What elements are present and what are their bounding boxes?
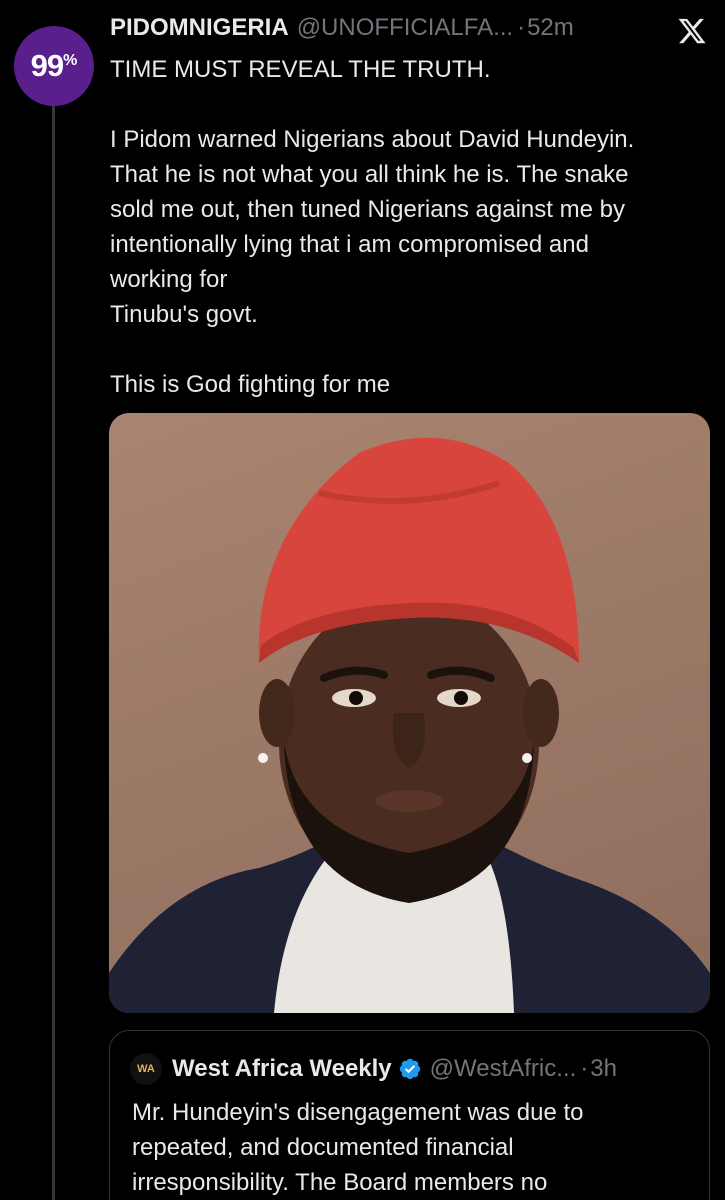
avatar[interactable]: 99% <box>14 26 94 106</box>
x-logo-icon[interactable] <box>675 14 709 48</box>
quote-separator: · <box>580 1055 589 1082</box>
quote-avatar-text: WA <box>137 1063 155 1075</box>
tweet-line: That he is not what you all think he is.… <box>110 161 629 188</box>
tweet-timestamp[interactable]: 52m <box>527 14 574 42</box>
tweet-line: working for <box>110 266 228 293</box>
tweet-line: sold me out, then tuned Nigerians agains… <box>110 196 625 223</box>
display-name[interactable]: PIDOMNIGERIA <box>110 14 289 42</box>
quote-header: WA West Africa Weekly @WestAfric... · 3h <box>130 1053 617 1085</box>
avatar-percent: % <box>63 52 78 69</box>
tweet-screen: 99% PIDOMNIGERIA @UNOFFICIALFA... · 52m … <box>0 0 725 1200</box>
tweet-line: TIME MUST REVEAL THE TRUTH. <box>110 56 491 83</box>
avatar-number: 99 <box>30 48 64 83</box>
tweet-line: I Pidom warned Nigerians about David Hun… <box>110 126 635 153</box>
tweet-line: intentionally lying that i am compromise… <box>110 231 589 258</box>
thread-line <box>52 100 55 1200</box>
tweet-photo[interactable] <box>109 413 710 1013</box>
quote-line: repeated, and documented financial <box>132 1134 514 1161</box>
verified-badge-icon <box>399 1058 420 1080</box>
user-handle[interactable]: @UNOFFICIALFA... <box>297 14 513 42</box>
quote-line: Mr. Hundeyin's disengagement was due to <box>132 1099 584 1126</box>
tweet-line: Tinubu's govt. <box>110 301 258 328</box>
separator-dot: · <box>517 14 526 41</box>
tweet-header: PIDOMNIGERIA @UNOFFICIALFA... · 52m <box>110 14 574 50</box>
quote-line: irresponsibility. The Board members no <box>132 1169 548 1196</box>
quote-body: Mr. Hundeyin's disengagement was due to … <box>132 1095 692 1200</box>
tweet-body: TIME MUST REVEAL THE TRUTH. I Pidom warn… <box>110 52 710 402</box>
quote-display-name[interactable]: West Africa Weekly <box>172 1055 392 1083</box>
quote-avatar[interactable]: WA <box>130 1053 162 1085</box>
portrait-illustration <box>109 437 710 1013</box>
quote-timestamp[interactable]: 3h <box>590 1055 617 1083</box>
tweet-line: This is God fighting for me <box>110 371 391 398</box>
quoted-tweet[interactable]: WA West Africa Weekly @WestAfric... · 3h… <box>109 1030 710 1200</box>
quote-handle[interactable]: @WestAfric... <box>430 1055 577 1083</box>
